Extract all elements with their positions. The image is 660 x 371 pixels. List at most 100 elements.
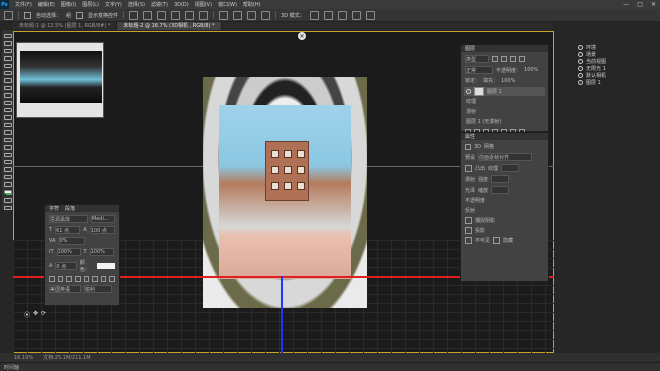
text-color-swatch[interactable] — [97, 263, 115, 269]
history-brush-tool-icon[interactable] — [3, 100, 12, 106]
language-select[interactable]: 美国英语 — [49, 285, 81, 293]
scene-item[interactable]: 默认相机 — [575, 72, 660, 79]
layer-row[interactable]: 图层 1 (无漫射) — [464, 117, 545, 126]
path-select-tool-icon[interactable] — [3, 152, 12, 157]
timeline-label[interactable]: 时间轴 — [4, 364, 19, 371]
background-color-swatch[interactable] — [6, 192, 12, 196]
quick-select-tool-icon[interactable] — [3, 56, 12, 61]
mesh-icon[interactable] — [465, 143, 471, 150]
distribute-icon[interactable] — [247, 10, 257, 20]
move-axis-icon[interactable]: ✥ — [33, 310, 38, 319]
menu-item-edit[interactable]: 编辑(E) — [38, 1, 55, 8]
filter-adjust-icon[interactable] — [501, 56, 507, 62]
layer-row[interactable]: 图层 1 — [464, 87, 545, 96]
font-family-select[interactable]: 思源黑体 — [49, 215, 88, 223]
extrude-checkbox[interactable] — [465, 164, 472, 172]
scene-item[interactable]: 图层 1 — [575, 79, 660, 86]
fill-value[interactable]: 100% — [501, 78, 515, 84]
visibility-eye-icon[interactable] — [578, 59, 583, 64]
maximize-button[interactable]: □ — [637, 1, 643, 8]
zoom-tool-icon[interactable] — [3, 174, 12, 180]
menu-item-select[interactable]: 选择(S) — [128, 1, 145, 8]
shape-tool-icon[interactable] — [3, 159, 12, 165]
tracking-field[interactable]: 0% — [58, 237, 85, 245]
faux-italic-button[interactable] — [57, 276, 64, 282]
brush-tool-icon[interactable] — [3, 85, 12, 91]
close-widget-icon[interactable]: ✕ — [298, 32, 306, 40]
distribute-icon[interactable] — [233, 10, 243, 20]
blur-tool-icon[interactable] — [3, 122, 12, 128]
layer-row[interactable]: 漫射 — [464, 107, 545, 116]
align-center-icon[interactable] — [185, 10, 195, 20]
visibility-eye-icon[interactable] — [578, 80, 583, 85]
leading-field[interactable]: 100 点 — [89, 226, 115, 234]
scale-field[interactable] — [491, 186, 510, 194]
scene-item[interactable]: 无限光 1 — [575, 65, 660, 72]
distribute-icon[interactable] — [219, 10, 229, 20]
filter-pixel-icon[interactable] — [492, 56, 498, 62]
cast-shadows-checkbox[interactable] — [465, 227, 472, 234]
layers-title[interactable]: 图层 — [465, 45, 475, 52]
align-left-icon[interactable] — [171, 10, 181, 20]
visibility-eye-icon[interactable] — [578, 66, 583, 71]
align-bottom-icon[interactable] — [157, 10, 167, 20]
move-tool-icon[interactable] — [4, 10, 13, 20]
more-tools-icon[interactable] — [3, 182, 12, 187]
align-top-icon[interactable] — [129, 10, 139, 20]
menu-item-image[interactable]: 图像(I) — [61, 1, 76, 8]
tab-document-2[interactable]: 未标题-2 @ 16.7% (3D相机 , RGB/8) * — [117, 22, 222, 30]
scale-3d-icon[interactable] — [365, 10, 375, 20]
visibility-eye-icon[interactable] — [466, 89, 471, 94]
filter-shape-icon[interactable] — [519, 56, 525, 62]
menu-item-window[interactable]: 窗口(W) — [218, 1, 237, 8]
hide-checkbox[interactable] — [493, 237, 501, 244]
antialias-select[interactable]: 锐利 — [84, 285, 112, 293]
pan-3d-icon[interactable] — [337, 10, 347, 20]
healing-brush-tool-icon[interactable] — [3, 78, 12, 83]
dodge-tool-icon[interactable] — [3, 130, 12, 135]
scene-item[interactable]: 场景 — [575, 51, 660, 58]
distribute-icon[interactable] — [261, 10, 271, 20]
visibility-eye-icon[interactable] — [578, 73, 583, 78]
invisible-checkbox[interactable] — [465, 237, 472, 244]
strikethrough-button[interactable] — [109, 276, 115, 282]
quick-mask-icon[interactable] — [3, 198, 12, 203]
align-middle-icon[interactable] — [143, 10, 153, 20]
slide-3d-icon[interactable] — [351, 10, 361, 20]
auto-select-checkbox[interactable] — [24, 11, 31, 19]
subscript-button[interactable] — [92, 276, 98, 282]
screen-mode-icon[interactable] — [3, 205, 12, 211]
3d-secondary-view[interactable] — [16, 42, 104, 118]
font-style-select[interactable]: Medi... — [90, 215, 115, 223]
orbit-icon[interactable]: ⦿ — [24, 310, 30, 319]
document-canvas[interactable] — [203, 77, 367, 308]
baseline-field[interactable]: 0 点 — [55, 262, 77, 270]
close-button[interactable]: ✕ — [651, 1, 656, 8]
orbit-3d-icon[interactable] — [309, 10, 319, 20]
3d-axis-widget[interactable]: ⦿ ✥ ⟳ — [24, 310, 46, 319]
roll-3d-icon[interactable] — [323, 10, 333, 20]
opacity-value[interactable]: 100% — [524, 67, 538, 73]
eyedropper-tool-icon[interactable] — [3, 71, 12, 76]
scene-item[interactable]: 环境 — [575, 44, 660, 51]
underline-button[interactable] — [100, 276, 107, 282]
auto-select-dropdown[interactable]: 组 — [66, 12, 71, 19]
menu-item-type[interactable]: 文字(Y) — [105, 1, 122, 8]
pen-tool-icon[interactable] — [3, 137, 12, 143]
rotate-axis-icon[interactable]: ⟳ — [41, 310, 46, 319]
gradient-tool-icon[interactable] — [3, 115, 12, 120]
zoom-level[interactable]: 16.19% — [14, 355, 33, 361]
tab-character[interactable]: 字符 — [49, 205, 59, 212]
show-transform-checkbox[interactable] — [76, 11, 84, 19]
filter-type-icon[interactable] — [510, 56, 516, 62]
marquee-tool-icon[interactable] — [3, 41, 12, 46]
strength-field[interactable] — [491, 175, 510, 183]
menu-item-view[interactable]: 视图(V) — [195, 1, 212, 8]
menu-item-file[interactable]: 文件(F) — [15, 1, 32, 8]
tab-document-1[interactable]: 未标题-1 @ 12.5% (图层 1, RGB/8#) * — [13, 22, 118, 30]
vertical-scale-field[interactable]: 100% — [56, 248, 81, 256]
menu-item-filter[interactable]: 滤镜(T) — [151, 1, 168, 8]
menu-item-layer[interactable]: 图层(L) — [82, 1, 99, 8]
menu-item-help[interactable]: 帮助(H) — [243, 1, 261, 8]
lasso-tool-icon[interactable] — [3, 48, 12, 54]
